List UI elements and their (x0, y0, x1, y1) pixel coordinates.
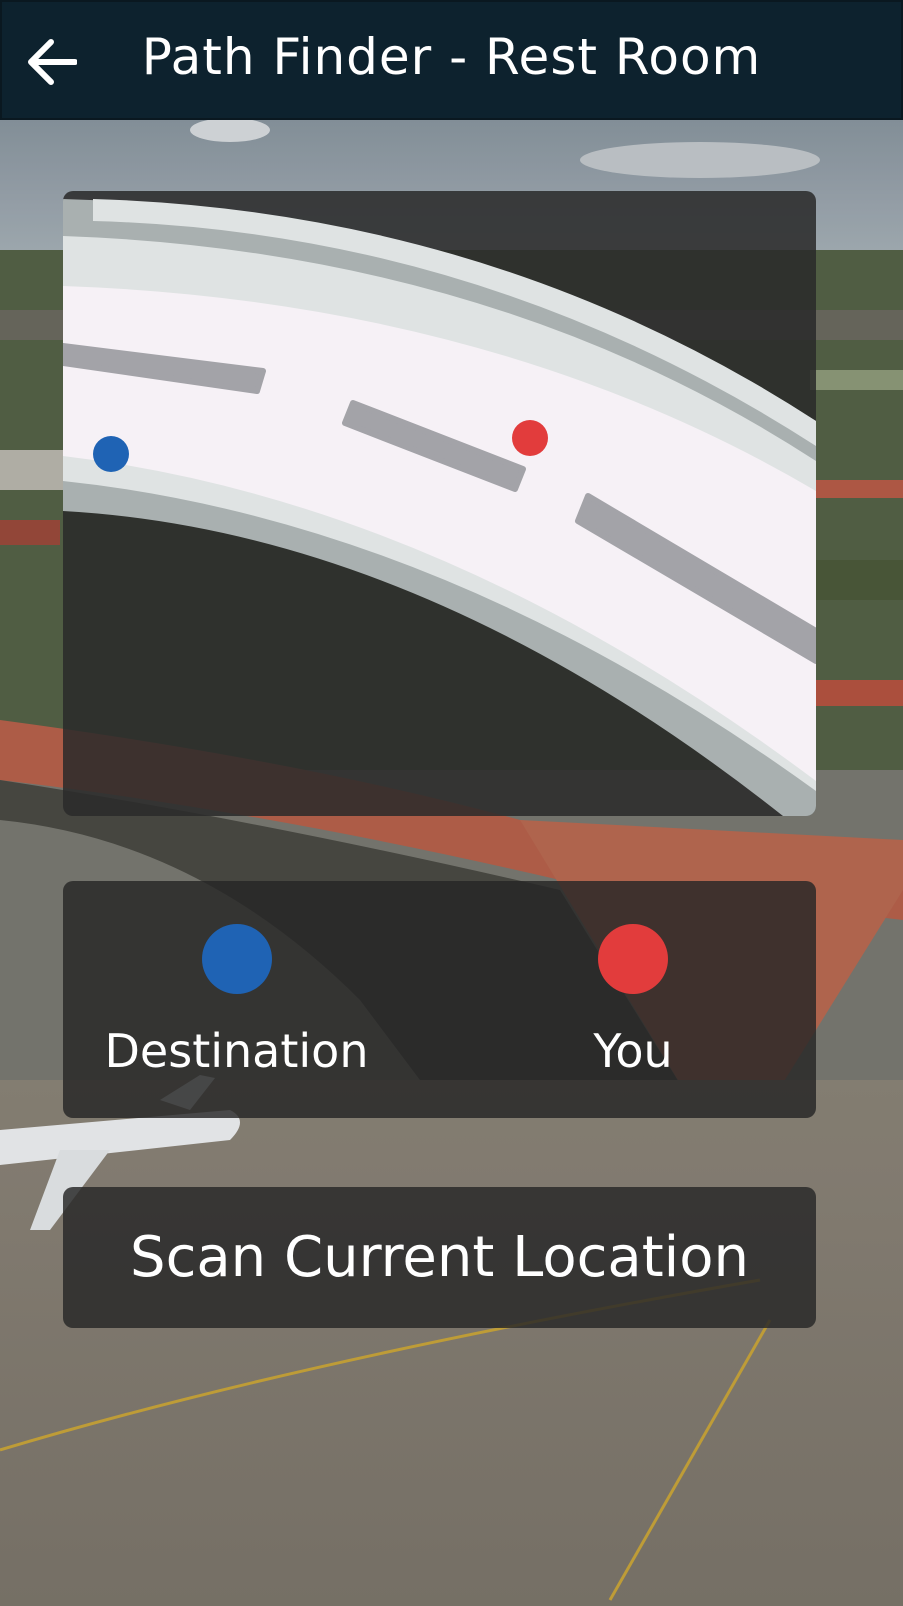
app-header: Path Finder - Rest Room (0, 0, 903, 120)
route-map[interactable] (63, 191, 816, 816)
legend-destination: Destination (99, 881, 374, 1118)
you-marker (512, 420, 548, 456)
legend-you: You (558, 881, 708, 1118)
red-dot-icon (598, 924, 668, 994)
scan-location-button[interactable]: Scan Current Location (63, 1187, 816, 1328)
legend-you-label: You (593, 1024, 673, 1078)
legend-destination-label: Destination (104, 1024, 369, 1078)
destination-marker (93, 436, 129, 472)
blue-dot-icon (201, 924, 272, 994)
legend-panel: Destination You (63, 881, 816, 1118)
page-title: Path Finder - Rest Room (141, 28, 762, 86)
